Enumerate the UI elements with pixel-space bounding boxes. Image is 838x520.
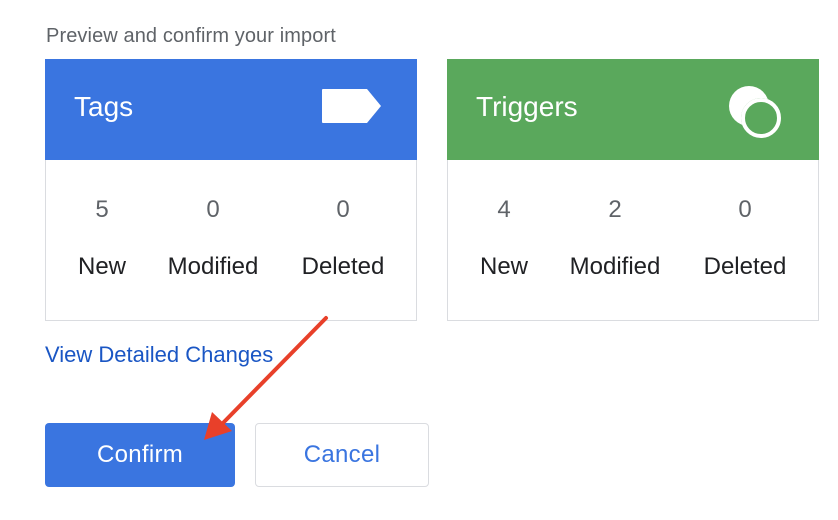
tags-card-title: Tags: [74, 91, 134, 122]
triggers-stat-deleted: 0 Deleted: [680, 198, 810, 279]
stat-label: Modified: [167, 253, 259, 280]
stat-value: 0: [206, 196, 220, 223]
tags-card-header: Tags: [45, 59, 417, 160]
cancel-button[interactable]: Cancel: [255, 423, 429, 487]
stat-value: 0: [738, 196, 752, 223]
triggers-card: Triggers 4 New 2 Modified 0 Deleted: [447, 59, 819, 321]
triggers-card-title: Triggers: [476, 91, 578, 122]
triggers-stat-modified: 2 Modified: [550, 198, 680, 279]
tags-card: Tags 5 New 0 Modified 0 Deleted: [45, 59, 417, 321]
triggers-card-header: Triggers: [447, 59, 819, 160]
stat-value: 0: [336, 196, 350, 223]
stat-label: Deleted: [703, 253, 787, 280]
tag-icon: [321, 88, 383, 129]
stat-label: Modified: [569, 253, 661, 280]
confirm-button[interactable]: Confirm: [45, 423, 235, 487]
triggers-icon: [725, 80, 787, 147]
view-detailed-changes-link[interactable]: View Detailed Changes: [45, 342, 273, 368]
stat-value: 2: [608, 196, 622, 223]
stat-label: Deleted: [301, 253, 385, 280]
page-subtitle: Preview and confirm your import: [46, 25, 336, 47]
tags-stat-modified: 0 Modified: [148, 198, 278, 279]
tags-stat-deleted: 0 Deleted: [278, 198, 408, 279]
